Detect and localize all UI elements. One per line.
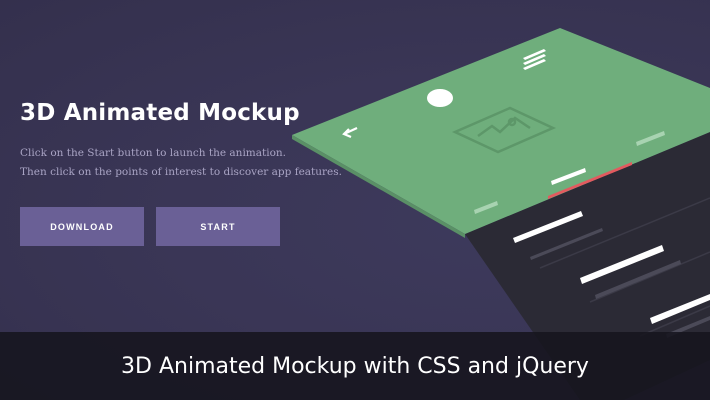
avatar-circle[interactable]	[427, 89, 453, 107]
description-line-1: Click on the Start button to launch the …	[20, 147, 287, 159]
hero-description: Click on the Start button to launch the …	[20, 144, 342, 182]
description-line-2: Then click on the points of interest to …	[20, 166, 342, 178]
caption-text: 3D Animated Mockup with CSS and jQuery	[121, 353, 589, 379]
start-button[interactable]: START	[156, 207, 280, 246]
page-title: 3D Animated Mockup	[20, 100, 300, 126]
caption-bar: 3D Animated Mockup with CSS and jQuery	[0, 332, 710, 400]
download-button[interactable]: DOWNLOAD	[20, 207, 144, 246]
